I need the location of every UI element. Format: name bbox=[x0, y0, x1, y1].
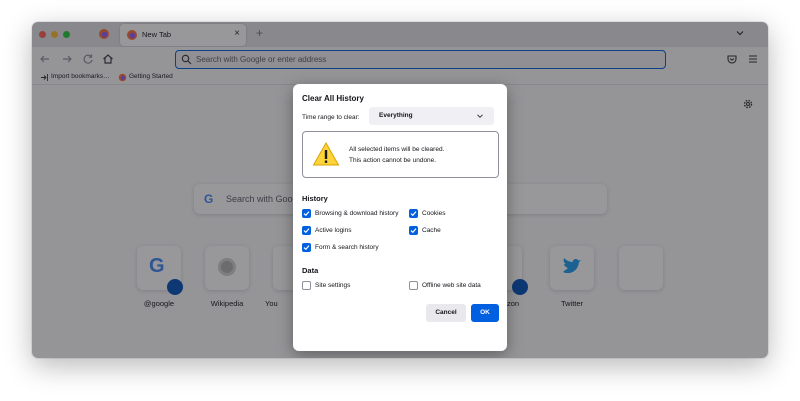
site-settings-label: Site settings bbox=[315, 282, 351, 289]
site-settings-checkbox[interactable] bbox=[302, 281, 311, 290]
cookies-label: Cookies bbox=[422, 210, 446, 217]
warning-line-1: All selected items will be cleared. bbox=[349, 146, 445, 153]
checkmark-icon bbox=[303, 211, 310, 217]
warning-box: All selected items will be cleared. This… bbox=[302, 131, 499, 178]
active-logins-checkbox[interactable] bbox=[302, 226, 311, 235]
cache-checkbox[interactable] bbox=[409, 226, 418, 235]
checkmark-icon bbox=[410, 228, 417, 234]
checkmark-icon bbox=[410, 211, 417, 217]
cancel-button[interactable]: Cancel bbox=[426, 304, 466, 322]
browsing-history-label: Browsing & download history bbox=[315, 210, 399, 217]
checkmark-icon bbox=[303, 245, 310, 251]
time-range-select[interactable]: Everything bbox=[369, 107, 494, 125]
data-heading: Data bbox=[302, 266, 319, 275]
warning-line-2: This action cannot be undone. bbox=[349, 157, 437, 164]
chevron-down-icon bbox=[477, 114, 483, 119]
offline-data-checkbox[interactable] bbox=[409, 281, 418, 290]
cookies-checkbox[interactable] bbox=[409, 209, 418, 218]
checkmark-icon bbox=[303, 228, 310, 234]
cache-label: Cache bbox=[422, 227, 441, 234]
form-search-history-checkbox[interactable] bbox=[302, 243, 311, 252]
warning-icon bbox=[312, 141, 340, 166]
time-range-label: Time range to clear: bbox=[302, 114, 360, 121]
time-range-value: Everything bbox=[379, 112, 413, 119]
clear-history-dialog: Clear All History Time range to clear: E… bbox=[293, 84, 507, 351]
offline-data-label: Offline web site data bbox=[422, 282, 481, 289]
browsing-history-checkbox[interactable] bbox=[302, 209, 311, 218]
ok-button[interactable]: OK bbox=[471, 304, 499, 322]
browser-window: New Tab × + Search with Google or enter … bbox=[32, 22, 768, 358]
form-search-history-label: Form & search history bbox=[315, 244, 379, 251]
active-logins-label: Active logins bbox=[315, 227, 352, 234]
history-heading: History bbox=[302, 194, 328, 203]
dialog-title: Clear All History bbox=[302, 94, 364, 103]
